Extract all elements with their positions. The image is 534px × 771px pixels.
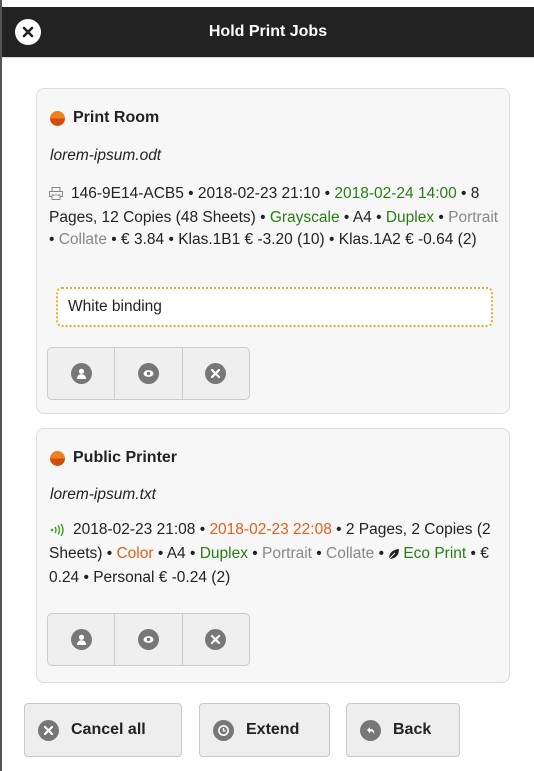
eye-icon <box>137 363 159 384</box>
preview-button[interactable] <box>115 614 183 665</box>
collate: Collate <box>58 231 107 248</box>
account-amount: € -3.20 (10) <box>244 231 325 248</box>
printer-icon <box>49 185 63 207</box>
job-cost: € 3.84 <box>121 231 165 248</box>
expiry-time: 2018-02-24 14:00 <box>334 185 457 202</box>
page-title: Hold Print Jobs <box>208 23 328 40</box>
job-actions <box>47 613 250 666</box>
submitted-time: 2018-02-23 21:08 <box>73 521 196 538</box>
collate: Collate <box>326 545 375 562</box>
cancel-all-button[interactable]: Cancel all <box>24 703 182 757</box>
user-icon <box>70 363 92 384</box>
printer-heading: Print Room <box>50 109 159 127</box>
duplex-mode: Duplex <box>199 545 248 562</box>
document-name: lorem-ipsum.odt <box>50 147 162 164</box>
expiry-time: 2018-02-23 22:08 <box>209 521 332 538</box>
delete-icon <box>38 719 59 741</box>
close-button[interactable] <box>15 19 41 45</box>
color-mode: Grayscale <box>269 209 340 226</box>
orientation: Portrait <box>448 209 499 226</box>
account-name: Klas.1A2 <box>338 231 401 248</box>
printer-name: Public Printer <box>73 449 178 466</box>
printer-name: Print Room <box>73 109 160 126</box>
job-comment: White binding <box>56 287 493 327</box>
account-amount: € -0.24 (2) <box>158 569 231 586</box>
page-count: 2 Pages, <box>345 521 408 538</box>
account-amount: € -0.64 (2) <box>405 231 477 248</box>
clock-icon <box>213 719 234 741</box>
cancel-all-label: Cancel all <box>71 721 146 738</box>
printer-heading: Public Printer <box>50 449 177 467</box>
change-user-button[interactable] <box>48 348 116 399</box>
preview-button[interactable] <box>115 348 183 399</box>
job-details: 146-9E14-ACB5 • 2018-02-23 21:10 • 2018-… <box>49 185 499 248</box>
title-bar: Hold Print Jobs <box>2 7 534 57</box>
account-name: Klas.1B1 <box>178 231 241 248</box>
duplex-mode: Duplex <box>385 209 435 226</box>
job-actions <box>47 347 250 400</box>
back-icon <box>360 719 381 741</box>
leaf-icon <box>388 545 400 567</box>
status-dot-icon <box>50 450 65 466</box>
user-icon <box>70 629 92 650</box>
eco-print: Eco Print <box>403 545 467 562</box>
job-card-print-room: Print Room lorem-ipsum.odt 146-9E14-ACB5… <box>36 88 510 414</box>
status-dot-icon <box>50 110 65 126</box>
delete-icon <box>205 363 227 384</box>
wireless-print-icon <box>49 521 65 543</box>
close-icon <box>22 26 34 38</box>
eye-icon <box>137 629 159 650</box>
document-name: lorem-ipsum.txt <box>50 486 156 503</box>
back-button[interactable]: Back <box>346 703 460 757</box>
delete-job-button[interactable] <box>183 614 249 665</box>
account-name: Personal <box>93 569 155 586</box>
paper-size: A4 <box>352 209 372 226</box>
extend-button[interactable]: Extend <box>199 703 330 757</box>
header-divider <box>2 57 534 58</box>
color-mode: Color <box>116 545 154 562</box>
delete-icon <box>205 629 227 650</box>
change-user-button[interactable] <box>48 614 116 665</box>
paper-size: A4 <box>166 545 186 562</box>
job-id: 146-9E14-ACB5 <box>71 185 184 202</box>
extend-label: Extend <box>246 721 300 738</box>
window-left-border <box>0 0 2 771</box>
job-card-public-printer: Public Printer lorem-ipsum.txt 2018-02-2… <box>36 428 510 683</box>
submitted-time: 2018-02-23 21:10 <box>197 185 321 202</box>
orientation: Portrait <box>262 545 312 562</box>
back-label: Back <box>393 721 432 738</box>
delete-job-button[interactable] <box>183 348 249 399</box>
job-details: 2018-02-23 21:08 • 2018-02-23 22:08 • 2 … <box>49 521 491 586</box>
